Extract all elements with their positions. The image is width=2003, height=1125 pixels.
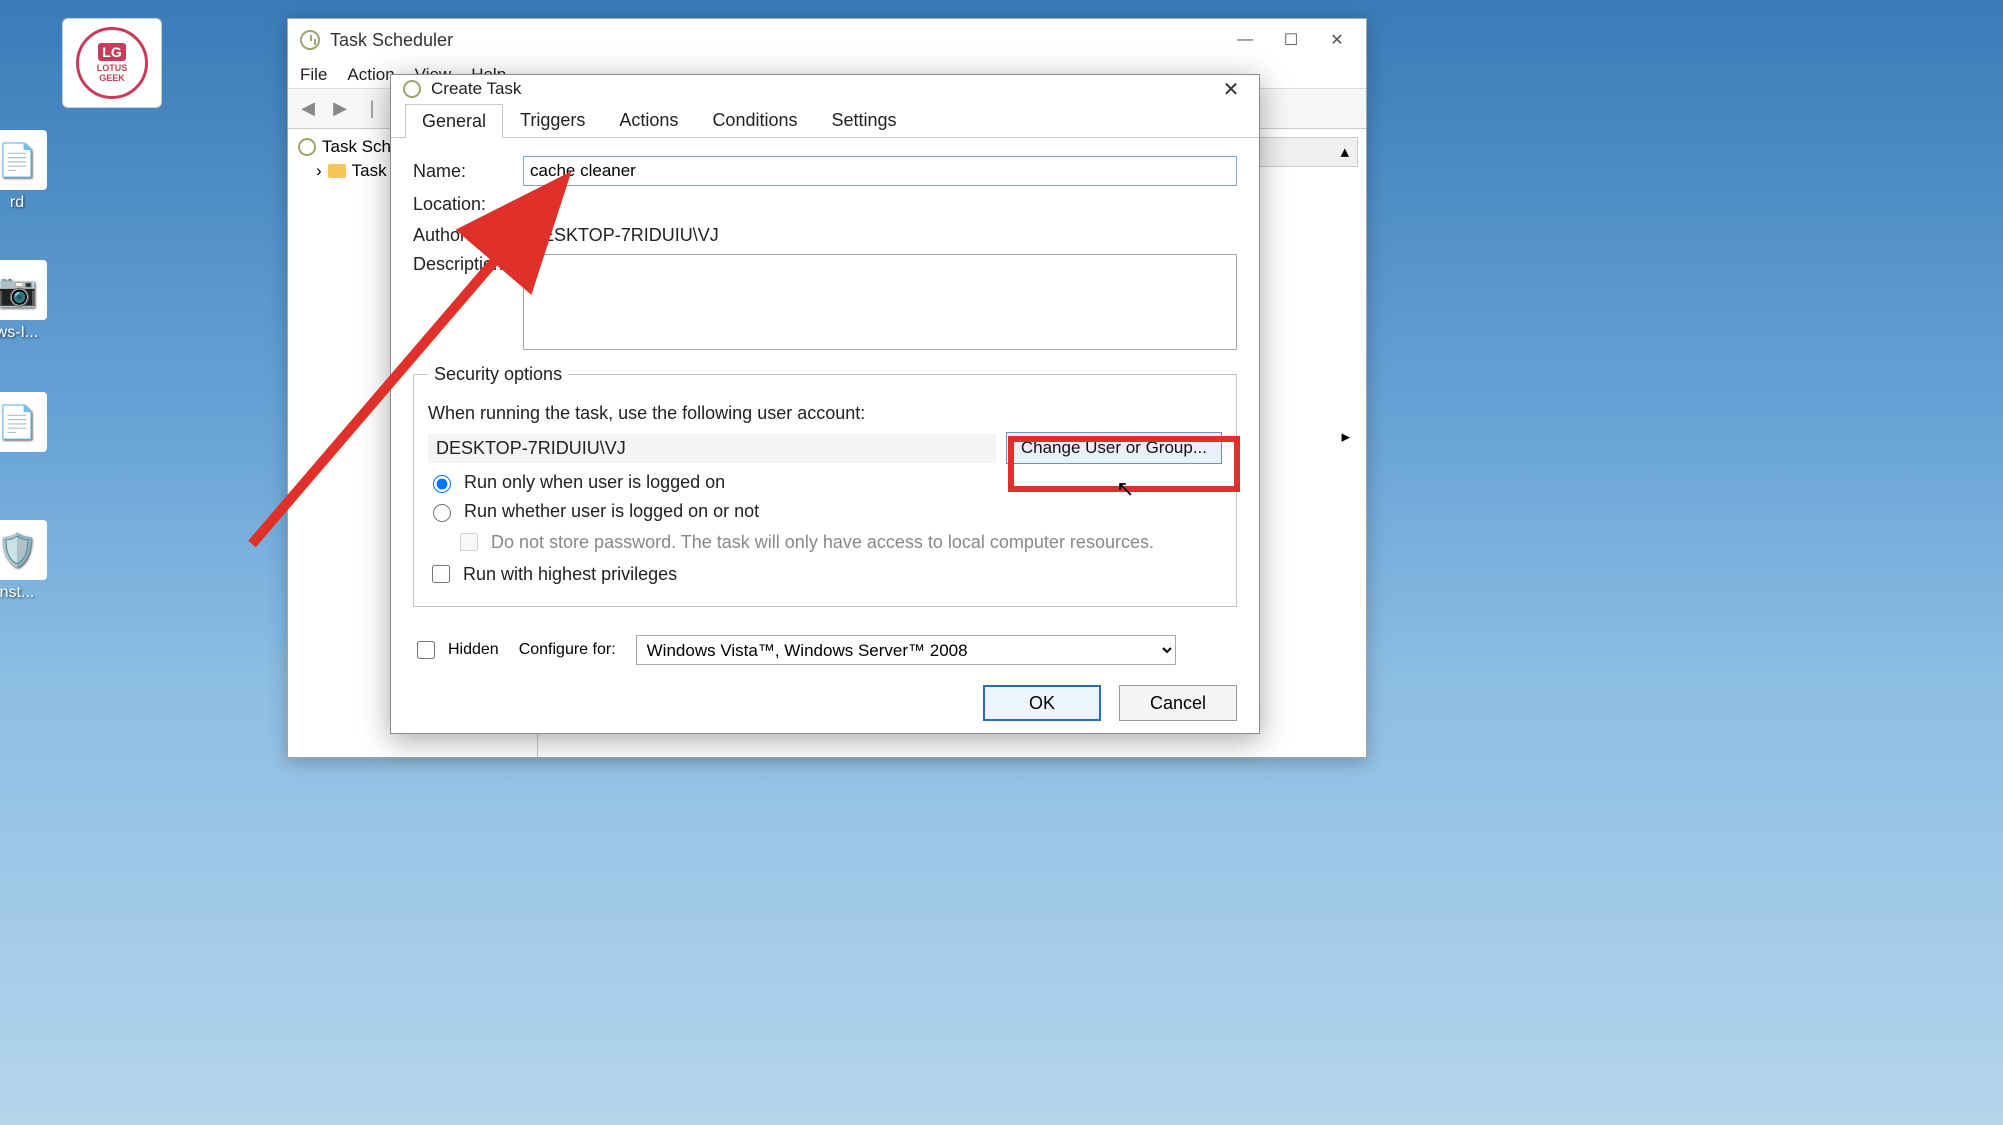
tab-strip: General Triggers Actions Conditions Sett… (391, 103, 1259, 138)
author-value: DESKTOP-7RIDUIU\VJ (523, 223, 1237, 248)
tab-settings[interactable]: Settings (815, 103, 914, 137)
check-hidden-label: Hidden (448, 641, 499, 659)
radio-whether-input[interactable] (433, 504, 451, 522)
tab-actions[interactable]: Actions (602, 103, 695, 137)
close-button[interactable]: ✕ (1314, 25, 1360, 55)
configure-for-select[interactable]: Windows Vista™, Windows Server™ 2008 (636, 635, 1176, 665)
back-icon[interactable]: ◀ (294, 95, 322, 123)
desktop-icon-label: nst... (0, 584, 34, 601)
folder-icon (328, 164, 346, 178)
location-value: \ (523, 192, 1237, 217)
minimize-button[interactable]: — (1222, 25, 1268, 55)
security-legend: Security options (428, 364, 568, 385)
cancel-button[interactable]: Cancel (1119, 685, 1237, 721)
dialog-title-bar[interactable]: Create Task ✕ (391, 75, 1259, 103)
desktop-icon[interactable]: 🛡️ nst... (0, 520, 62, 602)
clock-icon (403, 80, 421, 98)
check-no-password-label: Do not store password. The task will onl… (491, 532, 1154, 553)
desktop-icon[interactable]: 📷 ws-I... (0, 260, 62, 342)
expand-arrow-icon[interactable]: ▸ (1341, 427, 1350, 446)
name-input[interactable] (523, 156, 1237, 186)
menu-action[interactable]: Action (347, 65, 394, 85)
configure-for-label: Configure for: (519, 641, 616, 659)
security-account: DESKTOP-7RIDUIU\VJ (428, 434, 996, 463)
clock-icon (298, 138, 316, 156)
expand-icon[interactable]: › (316, 161, 322, 181)
security-prompt: When running the task, use the following… (428, 403, 865, 424)
tab-triggers[interactable]: Triggers (503, 103, 602, 137)
clock-icon (300, 30, 320, 50)
check-highest-priv[interactable]: Run with highest privileges (428, 562, 677, 586)
desktop-icon[interactable]: 📄 rd (0, 130, 62, 212)
radio-logged-on[interactable]: Run only when user is logged on (428, 472, 725, 493)
check-hidden-input[interactable] (417, 641, 435, 659)
menu-file[interactable]: File (300, 65, 327, 85)
dialog-title: Create Task (431, 79, 1211, 99)
close-button[interactable]: ✕ (1211, 75, 1251, 103)
description-label: Description: (413, 254, 509, 275)
logo-badge: LG LOTUS GEEK (62, 18, 162, 108)
tab-general[interactable]: General (405, 104, 503, 138)
tab-conditions[interactable]: Conditions (695, 103, 814, 137)
security-options-group: Security options When running the task, … (413, 364, 1237, 607)
location-label: Location: (413, 194, 509, 215)
name-label: Name: (413, 161, 509, 182)
check-no-password: Do not store password. The task will onl… (456, 530, 1154, 554)
desktop-icon-label: ws-I... (0, 324, 38, 341)
desktop-icon[interactable]: 📄 (0, 392, 62, 456)
forward-icon[interactable]: ▶ (326, 95, 354, 123)
title-bar[interactable]: Task Scheduler — ☐ ✕ (288, 19, 1366, 61)
description-input[interactable] (523, 254, 1237, 350)
ok-button[interactable]: OK (983, 685, 1101, 721)
author-label: Author: (413, 225, 509, 246)
check-highest-priv-input[interactable] (432, 565, 450, 583)
create-task-dialog: Create Task ✕ General Triggers Actions C… (390, 74, 1260, 734)
radio-logged-on-input[interactable] (433, 475, 451, 493)
radio-logged-on-label: Run only when user is logged on (464, 472, 725, 493)
window-title: Task Scheduler (330, 30, 1222, 51)
radio-whether-label: Run whether user is logged on or not (464, 501, 759, 522)
maximize-button[interactable]: ☐ (1268, 25, 1314, 55)
collapse-icon[interactable]: ▴ (1340, 142, 1349, 162)
check-highest-priv-label: Run with highest privileges (463, 564, 677, 585)
check-hidden[interactable]: Hidden (413, 638, 499, 662)
check-no-password-input (460, 533, 478, 551)
desktop-background: 📄 rd 📷 ws-I... 📄 🛡️ nst... LG LOTUS GEEK… (0, 0, 2003, 1125)
toolbar-separator: | (358, 95, 386, 123)
desktop-icon-label: rd (10, 194, 24, 211)
radio-whether[interactable]: Run whether user is logged on or not (428, 501, 759, 522)
change-user-button[interactable]: Change User or Group... (1006, 432, 1222, 464)
